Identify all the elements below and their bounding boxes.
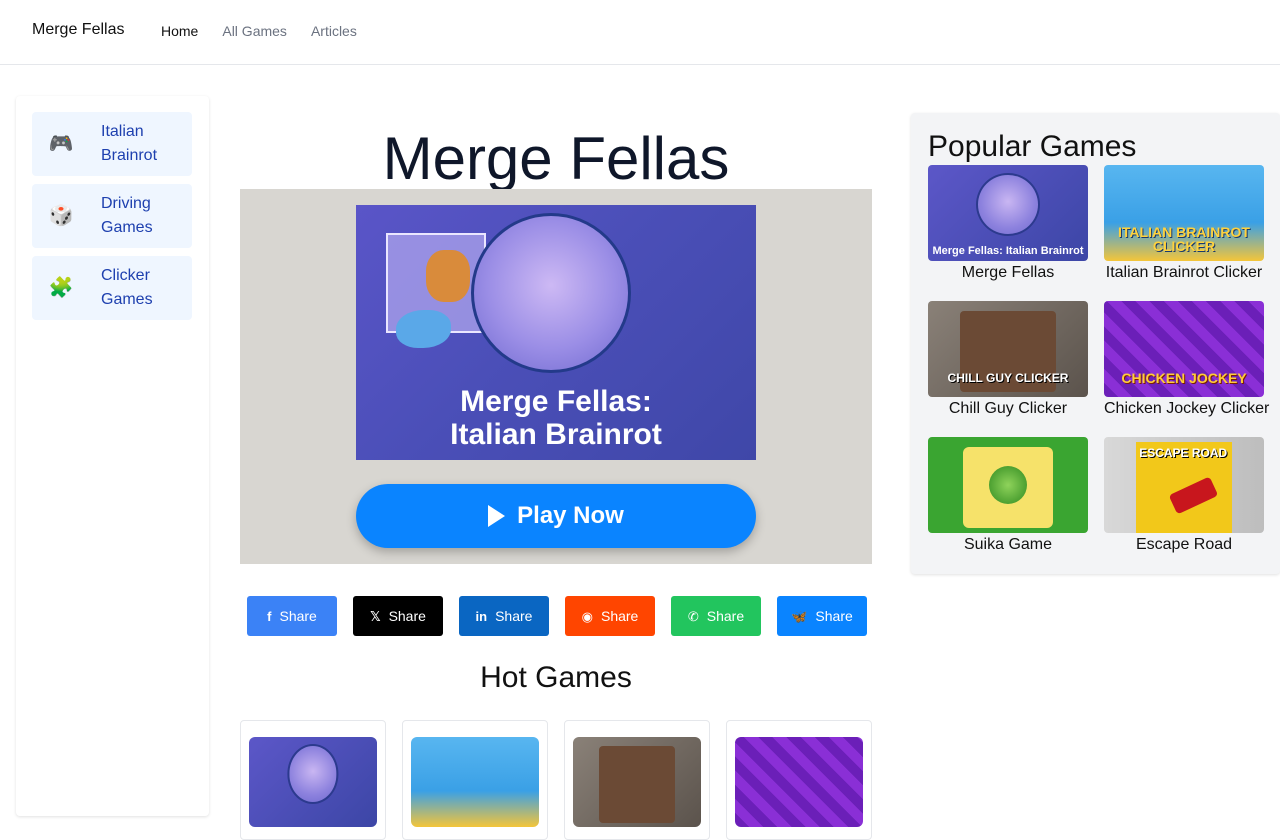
game-name: Italian Brainrot Clicker	[1105, 264, 1263, 281]
cover-title-line1: Merge Fellas:	[460, 385, 652, 418]
game-thumbnail	[573, 737, 701, 827]
thumbnail-text: ESCAPE ROAD	[1139, 445, 1228, 460]
play-now-button[interactable]: Play Now	[356, 484, 756, 548]
thumbnail-text: CHICKEN JOCKEY	[1121, 370, 1247, 387]
share-label: Share	[600, 608, 639, 624]
game-thumbnail	[928, 437, 1088, 533]
linkedin-icon: in	[475, 608, 488, 624]
hot-games-title: Hot Games	[480, 661, 632, 694]
cover-circle-art	[471, 213, 631, 373]
popular-games-title: Popular Games	[928, 130, 1137, 163]
cover-title-line2: Italian Brainrot	[450, 418, 662, 451]
thumbnail-text: CHILL GUY CLICKER	[947, 371, 1069, 386]
share-label: Share	[815, 608, 853, 624]
share-facebook-button[interactable]: f Share	[247, 596, 337, 636]
puzzle-icon: 🧩	[48, 277, 74, 299]
whatsapp-icon: ✆	[687, 608, 699, 624]
share-label: Share	[706, 608, 745, 624]
game-thumbnail: CHICKEN JOCKEY	[1104, 301, 1264, 397]
popular-game-chicken-jockey-clicker[interactable]: CHICKEN JOCKEY Chicken Jockey Clicker	[1104, 301, 1270, 421]
dice-icon: 🎲	[48, 205, 74, 227]
category-driving-games[interactable]: 🎲 Driving Games	[32, 184, 192, 248]
game-name: Escape Road	[1135, 536, 1233, 553]
game-cover-image: Merge Fellas: Italian Brainrot	[356, 205, 756, 460]
game-thumbnail	[249, 737, 377, 827]
category-label: Driving Games	[101, 195, 153, 236]
site-header: Merge Fellas Home All Games Articles	[0, 0, 1280, 65]
popular-game-suika-game[interactable]: Suika Game	[928, 437, 1088, 557]
popular-game-italian-brainrot-clicker[interactable]: ITALIAN BRAINROT CLICKER Italian Brainro…	[1104, 165, 1264, 285]
category-italian-brainrot[interactable]: 🎮 Italian Brainrot	[32, 112, 192, 176]
play-icon	[488, 505, 506, 527]
share-x-button[interactable]: 𝕏 Share	[353, 596, 443, 636]
brand-logo-link[interactable]: Merge Fellas	[32, 21, 124, 39]
share-whatsapp-button[interactable]: ✆ Share	[671, 596, 761, 636]
game-thumbnail: ITALIAN BRAINROT CLICKER	[1104, 165, 1264, 261]
share-linkedin-button[interactable]: in Share	[459, 596, 549, 636]
game-thumbnail: CHILL GUY CLICKER	[928, 301, 1088, 397]
hot-games-grid	[240, 720, 872, 840]
popular-games-grid: Merge Fellas: Italian Brainrot Merge Fel…	[928, 165, 1270, 557]
game-name: Suika Game	[963, 536, 1053, 553]
game-thumbnail: Merge Fellas: Italian Brainrot	[928, 165, 1088, 261]
popular-game-escape-road[interactable]: ESCAPE ROAD Escape Road	[1104, 437, 1264, 557]
popular-game-chill-guy-clicker[interactable]: CHILL GUY CLICKER Chill Guy Clicker	[928, 301, 1088, 421]
page-title: Merge Fellas	[382, 125, 730, 192]
share-reddit-button[interactable]: ◉ Share	[565, 596, 655, 636]
game-name: Chill Guy Clicker	[948, 400, 1068, 417]
popular-games-panel: Popular Games Merge Fellas: Italian Brai…	[911, 113, 1280, 574]
nav-all-games[interactable]: All Games	[222, 23, 287, 39]
gamepad-icon: 🎮	[48, 133, 74, 155]
thumbnail-text: ITALIAN BRAINROT CLICKER	[1118, 224, 1250, 255]
bluesky-icon: 🦋	[791, 608, 808, 624]
category-label: Clicker Games	[101, 267, 153, 308]
x-icon: 𝕏	[370, 608, 381, 624]
thumbnail-text: Merge Fellas: Italian Brainrot	[932, 245, 1084, 258]
share-bar: f Share 𝕏 Share in Share ◉ Share ✆ Share…	[247, 596, 867, 636]
category-sidebar: 🎮 Italian Brainrot 🎲 Driving Games 🧩 Cli…	[16, 96, 209, 816]
nav-articles[interactable]: Articles	[311, 23, 357, 39]
share-label: Share	[495, 608, 533, 624]
hot-game-card-italian-brainrot-clicker[interactable]	[402, 720, 548, 840]
main-nav: Home All Games Articles	[161, 23, 357, 39]
game-name: Merge Fellas	[961, 264, 1055, 281]
reddit-icon: ◉	[581, 608, 593, 624]
share-bluesky-button[interactable]: 🦋 Share	[777, 596, 867, 636]
play-now-label: Play Now	[517, 502, 624, 529]
category-label: Italian Brainrot	[101, 123, 158, 164]
game-thumbnail	[735, 737, 863, 827]
share-label: Share	[388, 608, 426, 624]
game-thumbnail: ESCAPE ROAD	[1104, 437, 1264, 533]
category-clicker-games[interactable]: 🧩 Clicker Games	[32, 256, 192, 320]
game-thumbnail	[411, 737, 539, 827]
hot-game-card-chicken-jockey-clicker[interactable]	[726, 720, 872, 840]
facebook-icon: f	[267, 608, 272, 624]
hot-game-card-chill-guy-clicker[interactable]	[564, 720, 710, 840]
share-label: Share	[279, 608, 317, 624]
hot-game-card-merge-fellas[interactable]	[240, 720, 386, 840]
popular-game-merge-fellas[interactable]: Merge Fellas: Italian Brainrot Merge Fel…	[928, 165, 1088, 285]
nav-home[interactable]: Home	[161, 23, 198, 39]
game-name: Chicken Jockey Clicker	[1104, 400, 1270, 417]
cover-character-art	[426, 250, 470, 302]
cover-shark-art	[396, 310, 451, 348]
game-player: Merge Fellas: Italian Brainrot Play Now	[240, 189, 872, 564]
